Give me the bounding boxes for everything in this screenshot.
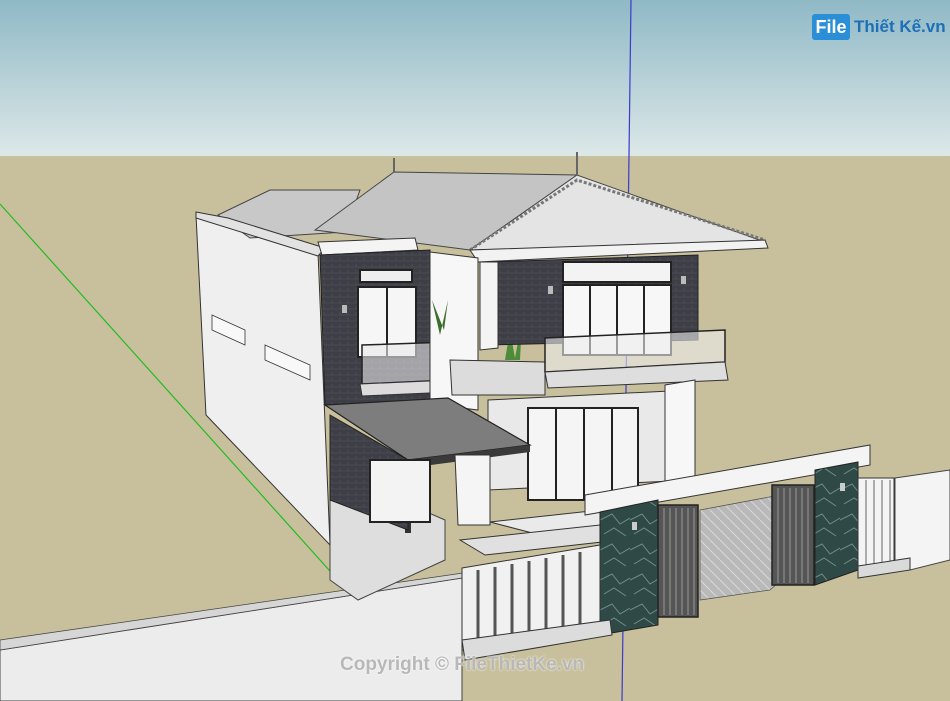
gate-pillar-right	[814, 461, 859, 586]
ground-center-wall	[454, 454, 491, 526]
sky	[0, 0, 950, 156]
upper-left-window-transom	[359, 269, 413, 283]
gate-pillar-left	[599, 499, 659, 636]
logo-box: File	[812, 14, 850, 40]
right-white-pillar	[664, 379, 696, 486]
site-logo[interactable]: File Thiết Kế.vn	[812, 14, 946, 42]
copyright-watermark: Copyright © FileThietKe.vn	[340, 654, 585, 675]
upper-right-wall	[479, 261, 499, 351]
logo-text: Thiết Kế.vn	[854, 17, 946, 36]
ground-left-window	[369, 459, 431, 523]
upper-right-transom	[562, 261, 672, 283]
pillar-lamp-1	[632, 522, 637, 530]
wall-lamp-2	[548, 286, 553, 294]
wall-lamp-3	[681, 276, 686, 284]
side-wall-right	[894, 469, 950, 571]
sketchup-viewport[interactable]	[0, 0, 950, 701]
right-slat-fence	[857, 477, 895, 567]
center-planter	[449, 359, 546, 396]
pillar-lamp-2	[840, 483, 845, 491]
wall-lamp-1	[342, 305, 347, 313]
